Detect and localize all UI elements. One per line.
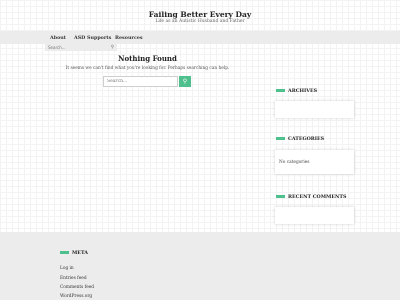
meta-widget-title: META — [60, 250, 88, 256]
archives-widget-title: ARCHIVES — [276, 88, 317, 94]
nav-search-bar: ⚲ — [45, 44, 117, 51]
search-icon: ⚲ — [182, 78, 188, 85]
main-navigation: About ASD Supports Resources — [0, 31, 400, 44]
footer-link-wordpress-org[interactable]: WordPress.org — [60, 294, 92, 299]
accent-bar — [276, 89, 285, 92]
accent-bar — [276, 195, 285, 198]
nav-search-input[interactable] — [48, 45, 103, 50]
accent-bar — [60, 251, 69, 254]
site-tagline: Life as an Autistic Husband and Father — [155, 19, 245, 24]
footer-link-entries-feed[interactable]: Entries feed — [60, 276, 87, 281]
footer-link-comments-feed[interactable]: Comments feed — [60, 285, 94, 290]
archives-widget-box — [275, 101, 354, 118]
nav-item-resources[interactable]: Resources — [115, 35, 143, 41]
not-found-message: It seems we can't find what you're looki… — [65, 66, 230, 71]
categories-widget-box: No categories — [275, 150, 354, 174]
search-button[interactable]: ⚲ — [179, 76, 191, 87]
site-title[interactable]: Failing Better Every Day — [0, 10, 400, 19]
no-categories-text: No categories — [279, 160, 310, 165]
footer: META Log in Entries feed Comments feed W… — [0, 232, 400, 300]
search-icon[interactable]: ⚲ — [111, 45, 114, 50]
categories-title-text: CATEGORIES — [288, 136, 325, 142]
archives-title-text: ARCHIVES — [288, 88, 318, 94]
recent-comments-title-text: RECENT COMMENTS — [288, 194, 347, 200]
accent-bar — [276, 137, 285, 140]
footer-link-log-in[interactable]: Log in — [60, 266, 74, 271]
meta-title-text: META — [72, 250, 88, 256]
nav-item-about[interactable]: About — [50, 35, 66, 41]
categories-widget-title: CATEGORIES — [276, 136, 324, 142]
nav-item-asd-supports[interactable]: ASD Supports — [74, 35, 111, 41]
page-title: Nothing Found — [118, 54, 177, 63]
content-search-input[interactable] — [103, 76, 178, 87]
recent-comments-widget-box — [275, 207, 354, 224]
content-search-form: ⚲ — [103, 76, 191, 87]
recent-comments-widget-title: RECENT COMMENTS — [276, 194, 346, 200]
